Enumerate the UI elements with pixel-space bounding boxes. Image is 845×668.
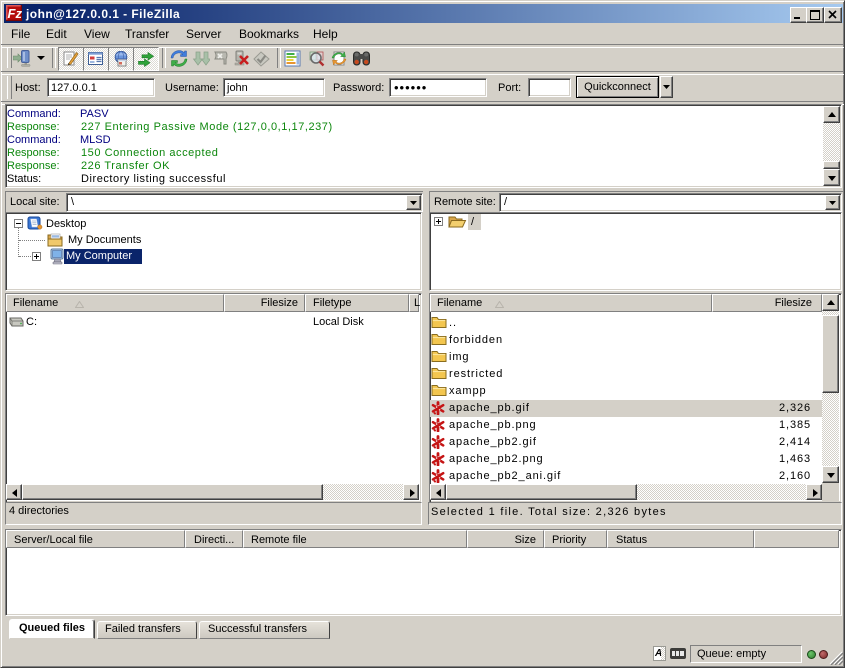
svg-text:Fz: Fz: [8, 6, 23, 21]
